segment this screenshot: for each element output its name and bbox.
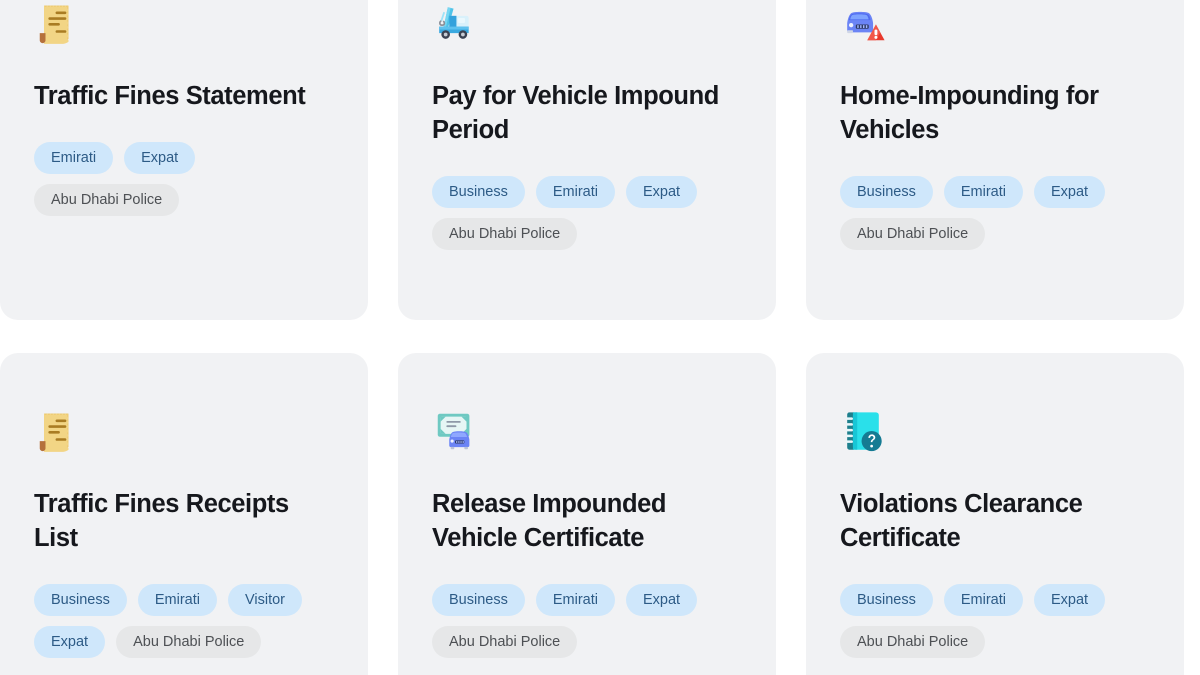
service-card-tags: Business Emirati Expat Abu Dhabi Police <box>840 175 1140 250</box>
audience-tag[interactable]: Business <box>432 175 525 208</box>
service-card[interactable]: Pay for Vehicle Impound Period Business Em… <box>398 0 776 320</box>
audience-tag[interactable]: Business <box>840 583 933 616</box>
service-card-title: Pay for Vehicle Impound Period <box>432 82 719 144</box>
audience-tag[interactable]: Expat <box>1033 583 1106 616</box>
audience-tag[interactable]: Business <box>34 583 127 616</box>
audience-tag[interactable]: Business <box>840 175 933 208</box>
audience-tag[interactable]: Emirati <box>943 583 1023 616</box>
notebook-question-icon <box>840 408 886 454</box>
audience-tag[interactable]: Emirati <box>34 141 114 174</box>
service-card-title: Traffic Fines Receipts List <box>34 490 289 552</box>
service-card-title: Release Impounded Vehicle Certificate <box>432 490 667 552</box>
service-card-title: Traffic Fines Statement <box>34 82 306 110</box>
receipt-icon <box>34 408 80 454</box>
audience-tag[interactable]: Expat <box>1033 175 1106 208</box>
service-card[interactable]: Traffic Fines Statement Emirati Expat Abu D… <box>0 0 368 320</box>
service-card-tags: Business Emirati Expat Abu Dhabi Police <box>840 583 1140 658</box>
service-card-tags: Business Emirati Expat Abu Dhabi Police <box>432 175 732 250</box>
services-card-grid: Traffic Fines Statement Emirati Expat Abu D… <box>0 0 1200 675</box>
receipt-icon <box>34 0 80 46</box>
audience-tag[interactable]: Emirati <box>137 583 217 616</box>
car-warning-icon <box>840 0 886 46</box>
entity-tag[interactable]: Abu Dhabi Police <box>432 625 578 658</box>
entity-tag[interactable]: Abu Dhabi Police <box>840 217 986 250</box>
service-card[interactable]: Traffic Fines Receipts List Business Emira… <box>0 353 368 675</box>
service-card-tags: Business Emirati Visitor Expat Abu Dhabi Pol… <box>34 583 334 658</box>
tow-truck-icon <box>432 0 478 46</box>
audience-tag[interactable]: Expat <box>625 175 698 208</box>
service-card-tags: Emirati Expat Abu Dhabi Police <box>34 141 334 216</box>
audience-tag[interactable]: Emirati <box>943 175 1023 208</box>
entity-tag[interactable]: Abu Dhabi Police <box>432 217 578 250</box>
audience-tag[interactable]: Emirati <box>535 175 615 208</box>
entity-tag[interactable]: Abu Dhabi Police <box>34 183 180 216</box>
entity-tag[interactable]: Abu Dhabi Police <box>116 625 262 658</box>
audience-tag[interactable]: Expat <box>124 141 196 174</box>
audience-tag[interactable]: Expat <box>625 583 698 616</box>
entity-tag[interactable]: Abu Dhabi Police <box>840 625 986 658</box>
certificate-car-icon <box>432 408 478 454</box>
service-card[interactable]: Violations Clearance Certificate Business… <box>806 353 1184 675</box>
audience-tag[interactable]: Emirati <box>535 583 615 616</box>
service-card-title: Home-Impounding for Vehicles <box>840 82 1099 144</box>
service-card-title: Violations Clearance Certificate <box>840 490 1083 552</box>
audience-tag[interactable]: Visitor <box>227 583 302 616</box>
audience-tag[interactable]: Expat <box>34 625 106 658</box>
service-card[interactable]: Release Impounded Vehicle Certificate Bus… <box>398 353 776 675</box>
service-card[interactable]: Home-Impounding for Vehicles Business Emir… <box>806 0 1184 320</box>
audience-tag[interactable]: Business <box>432 583 525 616</box>
service-card-tags: Business Emirati Expat Abu Dhabi Police <box>432 583 732 658</box>
